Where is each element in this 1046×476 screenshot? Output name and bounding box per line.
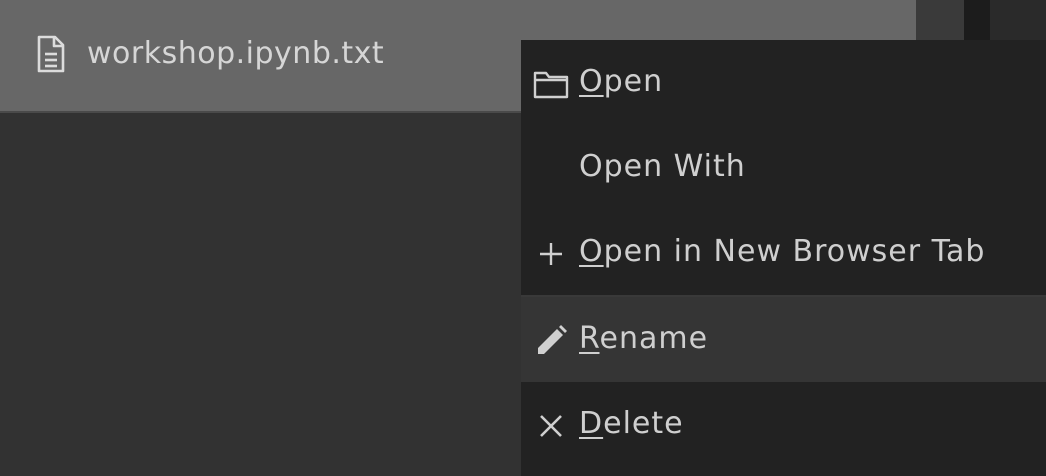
mnemonic-letter: O [579, 64, 604, 99]
file-name: workshop.ipynb.txt [87, 36, 385, 71]
menu-label-rest: pen [603, 64, 664, 99]
menu-item-label: Open in New Browser Tab [579, 232, 985, 272]
menu-label-rest: ename [599, 321, 709, 356]
menu-label-rest: elete [603, 406, 684, 441]
toolbar-block [964, 0, 990, 40]
app-root: workshop.ipynb.txt Open Open With Open i… [0, 0, 1046, 476]
context-menu: Open Open With Open in New Browser Tab R… [521, 40, 1046, 476]
mnemonic-letter: R [579, 321, 600, 356]
file-text-icon [37, 35, 65, 73]
menu-item-label: Rename [579, 319, 708, 359]
plus-icon [540, 243, 562, 265]
toolbar-strip [916, 0, 1046, 40]
close-icon [540, 415, 562, 437]
menu-item-label: Delete [579, 404, 684, 444]
menu-item-delete[interactable]: Delete [521, 382, 1046, 467]
menu-item-open-with[interactable]: Open With [521, 125, 1046, 210]
menu-item-open[interactable]: Open [521, 40, 1046, 125]
folder-icon [533, 71, 569, 99]
menu-item-rename[interactable]: Rename [521, 297, 1046, 382]
menu-item-open-new-tab[interactable]: Open in New Browser Tab [521, 210, 1046, 295]
menu-item-label: Open With [579, 149, 746, 184]
menu-item-label: Open [579, 62, 663, 102]
pencil-icon [538, 325, 567, 354]
menu-label-rest: pen in New Browser Tab [603, 234, 986, 269]
toolbar-block [990, 0, 1046, 40]
mnemonic-letter: D [579, 406, 604, 441]
mnemonic-letter: O [579, 234, 604, 269]
